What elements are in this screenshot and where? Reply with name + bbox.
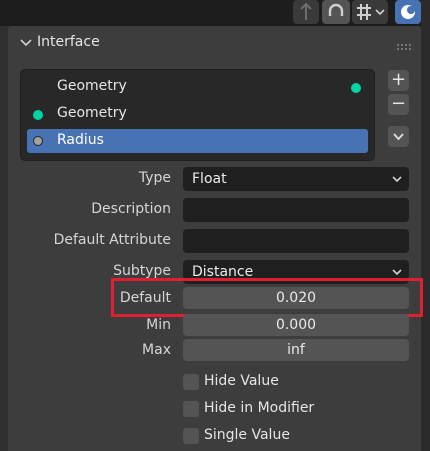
add-socket-button[interactable]: + bbox=[388, 70, 409, 91]
list-item-label: Radius bbox=[57, 132, 104, 148]
snap-toggle-button[interactable] bbox=[322, 0, 350, 24]
chevron-down-icon bbox=[391, 167, 403, 199]
list-item-input-geometry[interactable]: Geometry bbox=[21, 101, 372, 127]
list-item-label: Geometry bbox=[57, 105, 127, 121]
list-item-output-geometry[interactable]: Geometry bbox=[21, 74, 372, 100]
list-item-label: Geometry bbox=[57, 78, 127, 94]
hide-value-option[interactable]: Hide Value bbox=[183, 372, 383, 392]
type-label: Type bbox=[138, 170, 171, 186]
highlight-box bbox=[111, 278, 423, 317]
list-item-radius[interactable]: Radius bbox=[27, 129, 368, 153]
single-value-option[interactable]: Single Value bbox=[183, 426, 383, 446]
grid-snap-icon bbox=[357, 4, 385, 20]
snap-options-button[interactable] bbox=[352, 0, 388, 24]
default-attribute-field[interactable] bbox=[183, 229, 409, 253]
single-value-checkbox[interactable] bbox=[183, 428, 199, 444]
hide-in-modifier-checkbox[interactable] bbox=[183, 401, 199, 417]
list-options-button[interactable] bbox=[388, 126, 409, 147]
float-socket-icon bbox=[33, 136, 43, 146]
min-label: Min bbox=[146, 317, 171, 333]
max-value-field[interactable]: inf bbox=[183, 339, 409, 361]
min-value-field[interactable]: 0.000 bbox=[183, 314, 409, 336]
type-value: Float bbox=[192, 171, 227, 187]
type-dropdown[interactable]: Float bbox=[183, 167, 409, 191]
remove-socket-button[interactable]: − bbox=[388, 94, 409, 115]
geometry-socket-icon bbox=[33, 110, 43, 120]
collapse-chevron-icon[interactable] bbox=[20, 35, 32, 51]
overlay-button[interactable] bbox=[395, 0, 421, 24]
description-field[interactable] bbox=[183, 198, 409, 222]
hide-value-label: Hide Value bbox=[204, 373, 279, 389]
hide-in-modifier-option[interactable]: Hide in Modifier bbox=[183, 399, 383, 419]
arrow-up-icon bbox=[300, 2, 312, 20]
scrollbar-track[interactable] bbox=[421, 0, 430, 451]
magnet-icon bbox=[328, 3, 344, 16]
max-label: Max bbox=[142, 342, 171, 358]
hide-in-modifier-label: Hide in Modifier bbox=[204, 400, 315, 416]
overlay-circles-icon bbox=[401, 5, 415, 19]
hide-value-checkbox[interactable] bbox=[183, 374, 199, 390]
default-attribute-label: Default Attribute bbox=[53, 232, 171, 248]
chevron-down-icon bbox=[393, 133, 404, 141]
panel-title[interactable]: Interface bbox=[37, 34, 100, 50]
single-value-label: Single Value bbox=[204, 427, 290, 443]
description-label: Description bbox=[91, 201, 171, 217]
subtype-label: Subtype bbox=[113, 263, 171, 279]
pin-button[interactable] bbox=[293, 0, 319, 24]
geometry-socket-icon bbox=[351, 83, 361, 93]
drag-handle-icon[interactable] bbox=[396, 39, 412, 50]
